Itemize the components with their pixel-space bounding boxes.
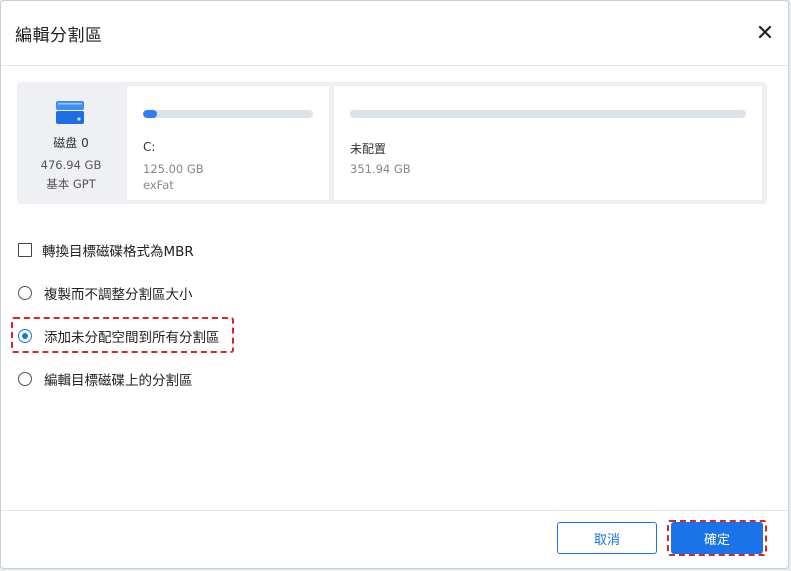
cancel-button[interactable]: 取消 bbox=[557, 522, 657, 554]
add-unallocated-label: 添加未分配空間到所有分割區 bbox=[44, 330, 220, 346]
add-unallocated-radio[interactable]: 添加未分配空間到所有分割區 bbox=[18, 325, 220, 347]
disk-size: 476.94 GB bbox=[40, 158, 102, 172]
convert-mbr-checkbox[interactable]: 轉換目標磁碟格式為MBR bbox=[18, 239, 194, 261]
partition-size: 351.94 GB bbox=[350, 162, 411, 176]
disk-name: 磁盘 0 bbox=[53, 136, 89, 150]
edit-target-radio[interactable]: 編輯目標磁碟上的分割區 bbox=[18, 368, 193, 390]
radio-button-selected[interactable] bbox=[18, 329, 32, 343]
dialog-title: 編輯分割區 bbox=[15, 26, 103, 46]
disk-type: 基本 GPT bbox=[46, 177, 96, 191]
ok-button[interactable]: 確定 bbox=[671, 522, 763, 554]
partition-filesystem: exFat bbox=[143, 178, 174, 192]
partition-usage-bar bbox=[350, 110, 746, 118]
checkbox-box[interactable] bbox=[18, 243, 32, 257]
convert-mbr-label: 轉換目標磁碟格式為MBR bbox=[42, 244, 194, 260]
footer-divider bbox=[1, 510, 788, 511]
partition-unallocated[interactable]: 未配置 351.94 GB bbox=[334, 86, 762, 200]
partition-label: C: bbox=[143, 140, 156, 154]
copy-no-resize-radio[interactable]: 複製而不調整分割區大小 bbox=[18, 282, 193, 304]
partition-label: 未配置 bbox=[350, 142, 387, 156]
partition-size: 125.00 GB bbox=[143, 162, 204, 176]
disk-icon bbox=[55, 98, 85, 132]
disk-map: 磁盘 0 476.94 GB 基本 GPT C: 125.00 GB exFat… bbox=[17, 82, 767, 204]
edit-partition-dialog: 編輯分割區 磁盘 0 476.94 GB 基本 GPT C: 125.00 GB… bbox=[0, 0, 789, 569]
edit-target-label: 編輯目標磁碟上的分割區 bbox=[44, 373, 193, 389]
partition-usage-bar bbox=[143, 110, 313, 118]
radio-button[interactable] bbox=[18, 286, 32, 300]
copy-no-resize-label: 複製而不調整分割區大小 bbox=[44, 287, 193, 303]
partition-c[interactable]: C: 125.00 GB exFat bbox=[127, 86, 329, 200]
close-icon[interactable] bbox=[754, 21, 776, 43]
partition-usage-fill bbox=[143, 110, 157, 118]
dialog-header: 編輯分割區 bbox=[1, 1, 788, 66]
disk-info[interactable]: 磁盘 0 476.94 GB 基本 GPT bbox=[17, 82, 125, 204]
radio-button[interactable] bbox=[18, 372, 32, 386]
